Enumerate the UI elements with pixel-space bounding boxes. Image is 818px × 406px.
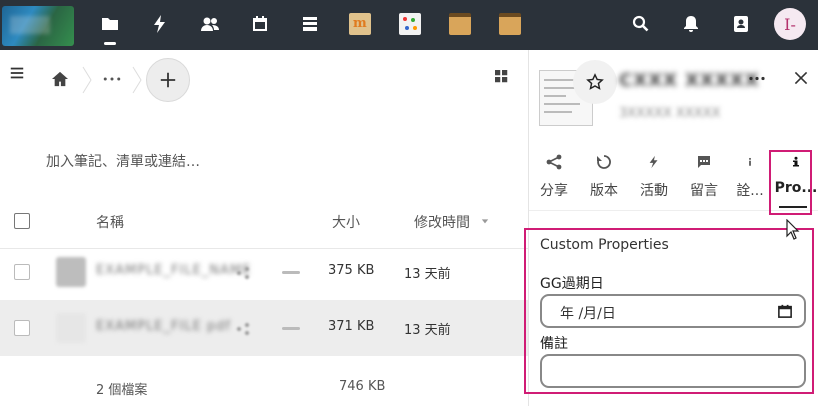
column-size[interactable]: 大小 <box>332 212 360 232</box>
file-modified: 13 天前 <box>404 267 451 282</box>
row-checkbox[interactable] <box>14 320 30 336</box>
avatar[interactable]: I- <box>774 8 806 40</box>
home-icon[interactable] <box>50 70 70 88</box>
contacts-icon[interactable] <box>196 10 224 38</box>
tab-sharing[interactable]: 分享 <box>531 150 577 200</box>
file-thumbnail <box>56 257 86 287</box>
tab-details[interactable]: 詮... <box>727 150 773 200</box>
star-icon <box>586 73 604 90</box>
file-title-redacted: CXXX XXXXX <box>619 70 760 91</box>
file-size: 371 KB <box>328 319 375 334</box>
share-icon[interactable] <box>236 265 250 279</box>
breadcrumb-more-icon[interactable] <box>100 70 124 88</box>
plus-icon <box>160 72 176 88</box>
file-subtitle-redacted: 3XXXXX XXXXX <box>619 106 721 121</box>
top-bar: m I- <box>0 0 818 50</box>
moodle-icon[interactable]: m <box>346 10 374 38</box>
search-icon[interactable] <box>627 10 655 38</box>
more-actions-icon[interactable] <box>282 271 300 274</box>
details-sidebar: CXXX XXXXX 3XXXXX XXXXX 分享 版本 活動 留言 詮... <box>524 50 818 406</box>
file-name-redacted[interactable]: EXAMPLE_FILE pdf <box>96 319 231 334</box>
tab-highlight-annotation <box>769 150 812 215</box>
total-size: 746 KB <box>339 379 386 394</box>
table-icon-1[interactable] <box>446 10 474 38</box>
info-icon <box>727 150 773 174</box>
tab-versions[interactable]: 版本 <box>581 150 627 200</box>
contacts-menu-icon[interactable] <box>727 10 755 38</box>
activity-icon <box>631 150 677 174</box>
calendar-icon[interactable] <box>246 10 274 38</box>
file-size: 375 KB <box>328 263 375 278</box>
deck-icon[interactable] <box>296 10 324 38</box>
menu-icon[interactable] <box>8 64 26 82</box>
expiry-date-input[interactable]: 年 /月/日 <box>540 294 806 328</box>
new-button[interactable] <box>146 58 190 102</box>
favorite-button[interactable] <box>573 60 617 104</box>
expiry-date-label: GG過期日 <box>540 276 604 292</box>
share-icon[interactable] <box>236 321 250 335</box>
tab-label: 版本 <box>590 183 618 199</box>
table-row[interactable]: EXAMPLE_FILE_NAME 375 KB 13 天前 <box>0 244 528 300</box>
share-icon <box>531 150 577 174</box>
tab-label: 詮... <box>736 183 764 199</box>
mouse-cursor-icon <box>786 219 800 240</box>
activity-icon[interactable] <box>146 10 174 38</box>
grid-view-icon[interactable] <box>494 69 510 85</box>
breadcrumb-separator <box>132 66 142 94</box>
more-actions-icon[interactable] <box>282 327 300 330</box>
file-modified: 13 天前 <box>404 323 451 338</box>
select-all-checkbox[interactable] <box>14 213 30 229</box>
tab-label: 分享 <box>540 183 568 199</box>
more-options-icon[interactable] <box>745 68 769 88</box>
note-label: 備註 <box>540 336 568 352</box>
close-icon[interactable] <box>791 68 811 88</box>
column-name[interactable]: 名稱 <box>96 212 124 232</box>
note-input[interactable] <box>540 354 806 388</box>
table-row[interactable]: EXAMPLE_FILE pdf 371 KB 13 天前 <box>0 300 528 356</box>
file-thumbnail <box>56 313 86 343</box>
tab-comments[interactable]: 留言 <box>681 150 727 200</box>
colors-icon[interactable] <box>396 10 424 38</box>
files-icon[interactable] <box>96 10 124 45</box>
row-checkbox[interactable] <box>14 264 30 280</box>
logo[interactable] <box>2 6 74 46</box>
custom-properties-title: Custom Properties <box>540 237 669 253</box>
calendar-picker-icon[interactable] <box>778 304 792 318</box>
history-icon <box>581 150 627 174</box>
file-count: 2 個檔案 <box>96 383 148 398</box>
sort-desc-icon <box>480 216 490 226</box>
file-list-panel: 加入筆記、清單或連結… 名稱 大小 修改時間 EXAMPLE_FILE_NAME… <box>0 50 528 406</box>
file-name-redacted[interactable]: EXAMPLE_FILE_NAME <box>96 263 251 278</box>
date-value: 年 /月/日 <box>560 306 616 322</box>
table-icon-2[interactable] <box>496 10 524 38</box>
tab-activity[interactable]: 活動 <box>631 150 677 200</box>
notifications-icon[interactable] <box>677 10 705 38</box>
folder-description-placeholder[interactable]: 加入筆記、清單或連結… <box>46 151 200 171</box>
column-modified[interactable]: 修改時間 <box>414 212 470 232</box>
breadcrumb-separator <box>82 66 92 94</box>
tab-label: 留言 <box>690 183 718 199</box>
tab-label: 活動 <box>640 183 668 199</box>
comment-icon <box>681 150 727 174</box>
